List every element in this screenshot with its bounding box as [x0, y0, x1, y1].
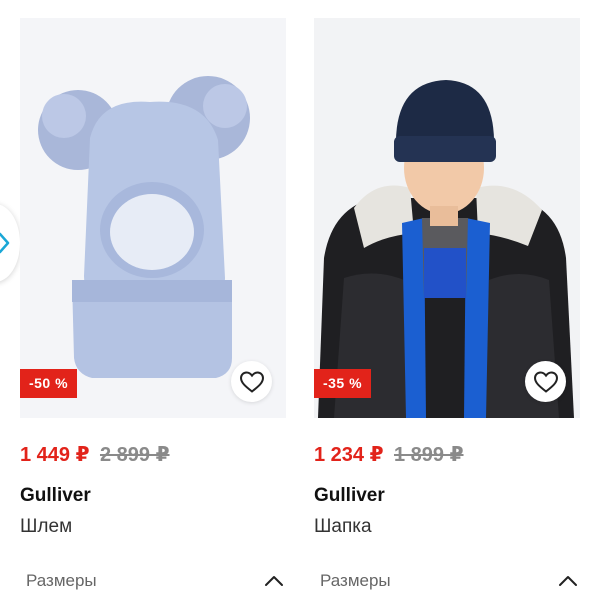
discount-badge: -50 % — [20, 369, 77, 398]
boy-jacket-image — [314, 18, 580, 418]
balaclava-image — [20, 18, 286, 418]
brand-name[interactable]: Gulliver — [20, 485, 91, 507]
chevron-up-icon — [559, 576, 577, 586]
sizes-label: Размеры — [26, 571, 97, 590]
carousel-nav-button[interactable] — [0, 204, 20, 282]
product-image[interactable]: -50 % — [20, 18, 286, 418]
product-name[interactable]: Шапка — [314, 516, 372, 538]
favorite-button[interactable] — [525, 361, 566, 402]
sizes-label: Размеры — [320, 571, 391, 590]
price-row: 1 234 ₽ 1 899 ₽ — [314, 442, 464, 468]
heart-icon — [533, 370, 558, 393]
current-price: 1 449 ₽ — [20, 444, 90, 466]
product-card[interactable]: -50 % 1 449 ₽ 2 899 ₽ Gulliver Шлем Разм… — [20, 18, 286, 590]
chevron-right-icon — [0, 232, 10, 254]
current-price: 1 234 ₽ — [314, 444, 384, 466]
product-card[interactable]: -35 % 1 234 ₽ 1 899 ₽ Gulliver Шапка Раз… — [314, 18, 580, 590]
favorite-button[interactable] — [231, 361, 272, 402]
old-price: 2 899 ₽ — [99, 444, 170, 466]
product-name[interactable]: Шлем — [20, 516, 72, 538]
old-price: 1 899 ₽ — [393, 444, 464, 466]
sizes-toggle[interactable]: Размеры — [320, 566, 578, 596]
sizes-toggle[interactable]: Размеры — [26, 566, 284, 596]
discount-badge: -35 % — [314, 369, 371, 398]
price-row: 1 449 ₽ 2 899 ₽ — [20, 442, 170, 468]
product-image[interactable]: -35 % — [314, 18, 580, 418]
chevron-up-icon — [265, 576, 283, 586]
brand-name[interactable]: Gulliver — [314, 485, 385, 507]
heart-icon — [239, 370, 264, 393]
